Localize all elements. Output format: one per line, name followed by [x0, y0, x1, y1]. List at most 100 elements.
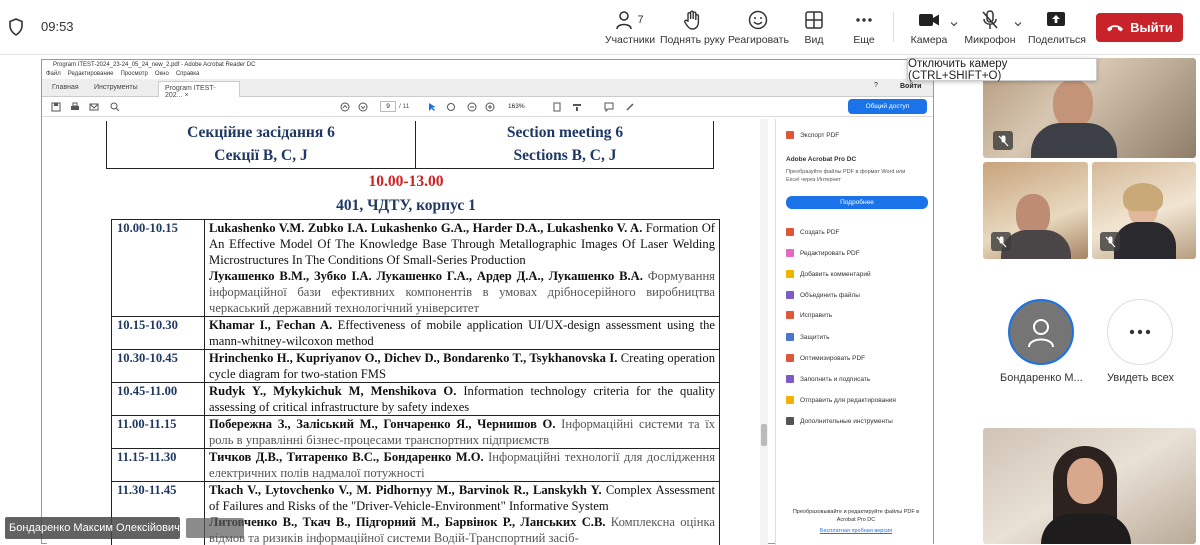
- video-tile-participant-3[interactable]: [1092, 162, 1196, 259]
- menu-file[interactable]: Файл: [46, 70, 61, 79]
- microphone-off-icon: [981, 10, 999, 30]
- zoom-out-icon[interactable]: [467, 102, 477, 112]
- microphone-button[interactable]: Микрофон: [962, 8, 1018, 46]
- tab-tools[interactable]: Инструменты: [94, 84, 138, 91]
- scroll-mode-icon[interactable]: [572, 102, 582, 112]
- tool-label: Объединить файлы: [800, 292, 860, 299]
- tool-create-pdf[interactable]: Создать PDF: [786, 228, 840, 236]
- trial-link[interactable]: Бесплатная пробная версия: [784, 528, 928, 534]
- talk-details: Lukashenko V.M. Zubko I.A. Lukashenko G.…: [205, 220, 720, 317]
- avatar[interactable]: [1008, 299, 1074, 365]
- menu-help[interactable]: Справка: [176, 70, 200, 79]
- combine-icon: [786, 291, 794, 299]
- smiley-icon: [748, 10, 768, 30]
- leave-meeting-button[interactable]: Выйти: [1096, 13, 1183, 42]
- help-icon[interactable]: ?: [874, 82, 878, 89]
- session-time-range: 10.00-13.00: [47, 173, 765, 191]
- participants-button[interactable]: 7 Участники: [604, 8, 656, 46]
- table-row: 10.00-10.15 Lukashenko V.M. Zubko I.A. L…: [112, 220, 720, 317]
- talk-time: 10.45-11.00: [112, 383, 205, 416]
- zoom-level-select[interactable]: 163%: [508, 103, 525, 110]
- signin-link[interactable]: Войти: [900, 83, 921, 90]
- tool-fix[interactable]: Исправить: [786, 311, 832, 319]
- pro-more-button[interactable]: Подробнее: [786, 196, 928, 209]
- more-tools-icon: [786, 417, 794, 425]
- tool-comment[interactable]: Добавить комментарий: [786, 270, 871, 278]
- section-header-uk: Секційне засідання 6 Секції B, C, J: [107, 121, 415, 167]
- tab-home[interactable]: Главная: [52, 84, 79, 91]
- tool-label: Исправить: [800, 312, 832, 319]
- fill-sign-icon: [786, 375, 794, 383]
- zoom-in-icon[interactable]: [485, 102, 495, 112]
- self-video-controls[interactable]: [186, 518, 244, 538]
- grid-icon: [805, 11, 823, 29]
- tool-more[interactable]: Дополнительные инструменты: [786, 417, 893, 425]
- export-pdf-tool[interactable]: Экспорт PDF: [786, 131, 839, 139]
- share-document-button[interactable]: Общий доступ: [848, 99, 927, 114]
- react-label: Реагировать: [728, 34, 788, 46]
- page-down-icon[interactable]: [358, 102, 368, 112]
- participant-head: [1067, 458, 1103, 504]
- comment-icon[interactable]: [604, 102, 614, 112]
- scrollbar-thumb[interactable]: [761, 424, 767, 446]
- pen-sign-icon[interactable]: [625, 102, 635, 112]
- talk-time: 10.00-10.15: [112, 220, 205, 317]
- more-button[interactable]: Еще: [846, 8, 882, 46]
- tool-protect[interactable]: Защитить: [786, 333, 830, 341]
- talk-authors: Tkach V., Lytovchenko V., M. Pidhornyy M…: [209, 483, 602, 497]
- view-button[interactable]: Вид: [796, 8, 832, 46]
- table-row: 11.15-11.30 Тичков Д.В., Титаренко В.С.,…: [112, 449, 720, 482]
- tool-send-edit[interactable]: Отправить для редактирования: [786, 396, 896, 404]
- toolbar-divider: [893, 12, 894, 42]
- edit-pdf-icon: [786, 249, 794, 257]
- hand-tool-icon[interactable]: [446, 102, 456, 112]
- export-pdf-label: Экспорт PDF: [800, 132, 839, 139]
- microphone-options-chevron-icon[interactable]: [1014, 20, 1022, 28]
- talk-authors-uk: Литовченко В., Ткач В., Підгорний М., Ба…: [209, 515, 606, 529]
- muted-mic-icon: [1100, 232, 1120, 251]
- tool-edit-pdf[interactable]: Редактировать PDF: [786, 249, 860, 257]
- share-screen-label: Поделиться: [1028, 34, 1084, 46]
- camera-label: Камера: [908, 34, 950, 46]
- shield-icon[interactable]: [8, 18, 24, 36]
- tab-document[interactable]: Program ITEST-202... ×: [158, 81, 240, 97]
- tool-combine[interactable]: Объединить файлы: [786, 291, 860, 299]
- share-screen-button[interactable]: Поделиться: [1028, 8, 1084, 46]
- menu-window[interactable]: Окно: [155, 70, 169, 79]
- menu-edit[interactable]: Редактирование: [68, 70, 114, 79]
- share-screen-icon: [1046, 11, 1066, 29]
- save-icon[interactable]: [51, 102, 61, 112]
- table-row: 10.30-10.45 Hrinchenko H., Kupriyanov O.…: [112, 350, 720, 383]
- cursor-select-icon[interactable]: [427, 102, 437, 112]
- email-icon[interactable]: [89, 102, 99, 112]
- video-tile-participant-2[interactable]: [983, 162, 1088, 259]
- talk-details: Khamar I., Fechan A. Effectiveness of mo…: [205, 317, 720, 350]
- menu-view[interactable]: Просмотр: [120, 70, 147, 79]
- talk-details: Тичков Д.В., Титаренко В.С., Бондаренко …: [205, 449, 720, 482]
- tool-fill-sign[interactable]: Заполнить и подписать: [786, 375, 870, 383]
- section-subtitle-uk: Секції B, C, J: [107, 144, 415, 167]
- react-button[interactable]: Реагировать: [728, 8, 788, 46]
- fit-page-icon[interactable]: [552, 102, 562, 112]
- camera-button[interactable]: Камера: [908, 8, 950, 46]
- talk-authors: Lukashenko V.M. Zubko I.A. Lukashenko G.…: [209, 221, 642, 235]
- print-icon[interactable]: [70, 102, 80, 112]
- participant-body: [1001, 230, 1071, 259]
- pro-description: Преобразуйте файлы PDF в формат Word или…: [786, 168, 914, 184]
- table-row: 11.00-11.15 Побережна З., Заліський М., …: [112, 416, 720, 449]
- talk-authors: Тичков Д.В., Титаренко В.С., Бондаренко …: [209, 450, 484, 464]
- page-number-input[interactable]: 9: [380, 101, 396, 112]
- acrobat-toolbar: 9 / 11 163% Общий доступ: [42, 97, 933, 117]
- see-all-button[interactable]: [1107, 299, 1173, 365]
- acrobat-tab-bar: Главная Инструменты Program ITEST-202...…: [42, 79, 933, 97]
- people-icon: [616, 10, 636, 30]
- camera-options-chevron-icon[interactable]: [950, 20, 958, 28]
- search-icon[interactable]: [110, 102, 120, 112]
- self-video-tile[interactable]: [983, 428, 1196, 544]
- pdf-scrollbar[interactable]: [760, 119, 768, 545]
- tool-optimize[interactable]: Оптимизировать PDF: [786, 354, 865, 362]
- tool-label: Оптимизировать PDF: [800, 355, 865, 362]
- raise-hand-button[interactable]: Поднять руку: [660, 8, 724, 46]
- page-up-icon[interactable]: [340, 102, 350, 112]
- talk-authors-uk: Лукашенко В.М., Зубко І.А. Лукашенко Г.А…: [209, 269, 643, 283]
